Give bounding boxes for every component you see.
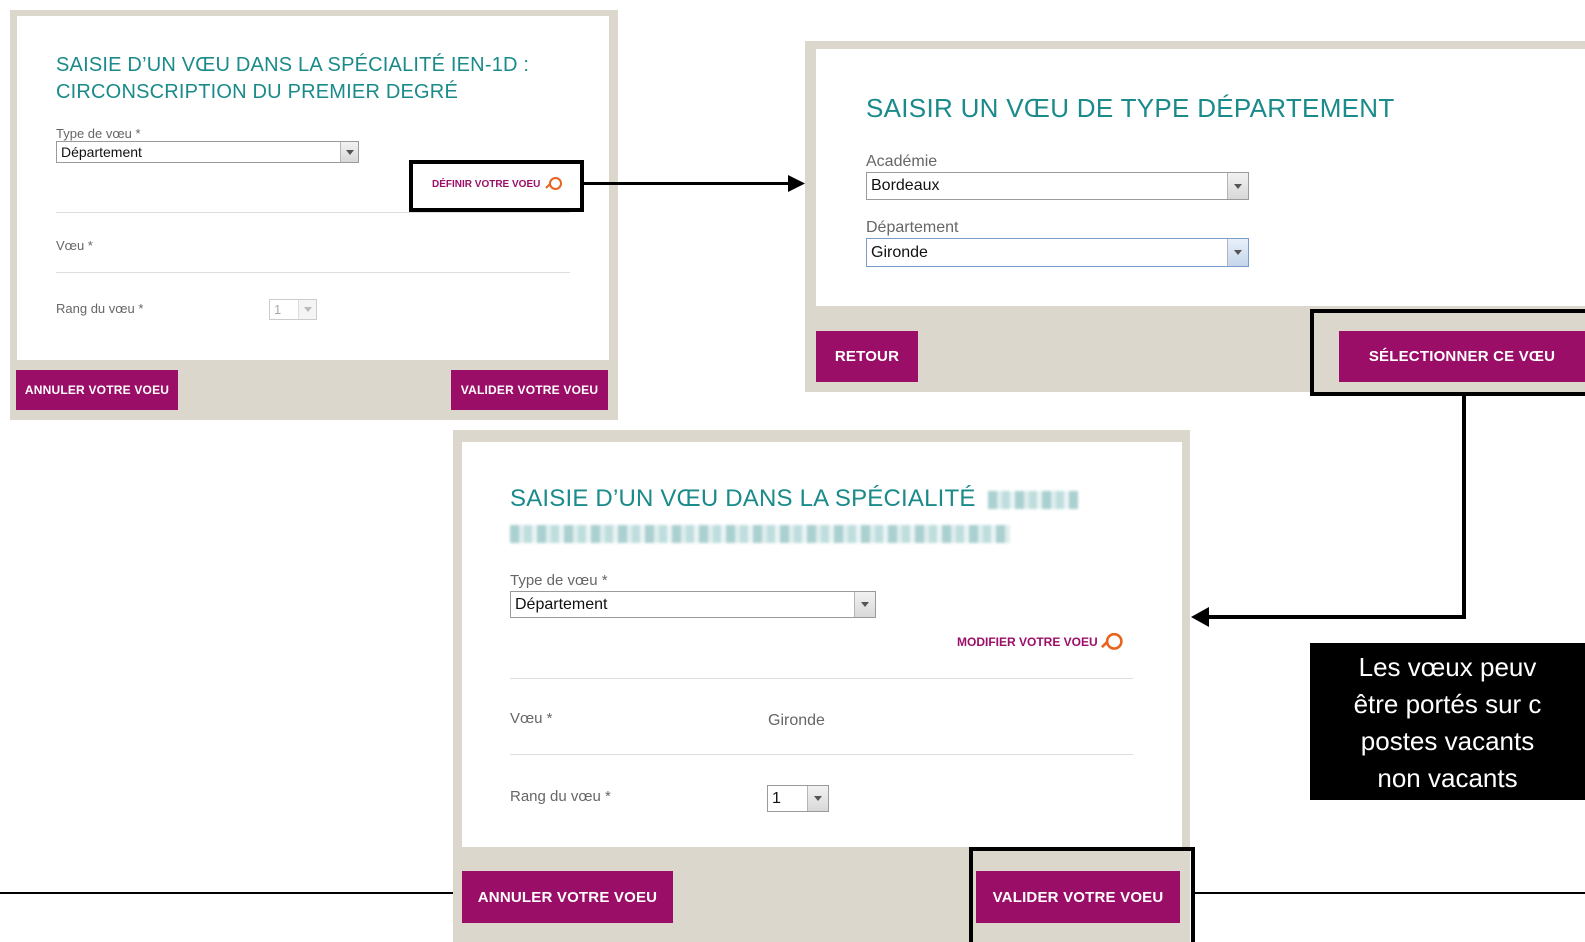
panel-title-line-2 — [510, 516, 1078, 550]
note-line-3: postes vacants — [1360, 726, 1535, 756]
arrow-line — [1207, 615, 1466, 619]
wish-type-value: Département — [515, 595, 608, 613]
wish-type-label: Type de vœu * — [510, 572, 608, 589]
blurred-specialty-code — [988, 490, 1079, 509]
modify-wish-label: MODIFIER VOTRE VOEU — [957, 635, 1098, 649]
chevron-down-icon[interactable] — [807, 786, 828, 811]
wish-type-value: Département — [61, 144, 142, 160]
divider — [56, 212, 570, 213]
chevron-down-icon[interactable] — [340, 142, 358, 162]
wish-rank-label: Rang du vœu * — [510, 788, 611, 805]
divider — [510, 678, 1133, 679]
panel-title: SAISIE D’UN VŒU DANS LA SPÉCIALITÉ — [510, 482, 1079, 550]
department-wish-form: SAISIR UN VŒU DE TYPE DÉPARTEMENT Académ… — [816, 49, 1585, 306]
wish-label: Vœu * — [56, 238, 93, 253]
wish-type-label: Type de vœu * — [56, 126, 141, 141]
back-button[interactable]: RETOUR — [816, 331, 918, 382]
panel-title-line-2: CIRCONSCRIPTION DU PREMIER DEGRÉ — [56, 81, 458, 103]
panel-title: SAISIE D’UN VŒU DANS LA SPÉCIALITÉ IEN-1… — [56, 52, 529, 106]
wish-entry-panel-completed: SAISIE D’UN VŒU DANS LA SPÉCIALITÉ Type … — [453, 430, 1190, 942]
wish-entry-form: SAISIE D’UN VŒU DANS LA SPÉCIALITÉ IEN-1… — [17, 16, 609, 360]
divider — [510, 754, 1133, 755]
note-line-1: Les vœux peuv — [1358, 652, 1537, 682]
wish-type-select[interactable]: Département — [56, 141, 359, 163]
academy-value: Bordeaux — [871, 177, 940, 194]
chevron-down-icon[interactable] — [1227, 173, 1248, 199]
department-label: Département — [866, 219, 959, 236]
wish-rank-select[interactable]: 1 — [269, 299, 317, 320]
wish-rank-value: 1 — [772, 789, 781, 807]
divider — [56, 272, 570, 273]
department-select[interactable]: Gironde — [866, 238, 1249, 267]
note-line-2: être portés sur c — [1353, 689, 1542, 719]
wish-label: Vœu * — [510, 710, 553, 727]
chevron-down-icon[interactable] — [854, 592, 875, 617]
info-note: Les vœux peuv être portés sur c postes v… — [1310, 643, 1585, 800]
department-wish-panel: SAISIR UN VŒU DE TYPE DÉPARTEMENT Académ… — [805, 41, 1585, 392]
cancel-wish-button[interactable]: ANNULER VOTRE VOEU — [462, 871, 673, 923]
wish-entry-form: SAISIE D’UN VŒU DANS LA SPÉCIALITÉ Type … — [462, 442, 1182, 847]
magnifier-icon — [546, 177, 563, 191]
wish-type-select[interactable]: Département — [510, 591, 876, 618]
validate-wish-button[interactable]: VALIDER VOTRE VOEU — [976, 871, 1180, 923]
arrow-line — [1462, 394, 1466, 619]
note-line-4: non vacants — [1377, 763, 1518, 793]
baseline-right — [1195, 892, 1585, 894]
panel-title-visible-text: SAISIE D’UN VŒU DANS LA SPÉCIALITÉ — [510, 485, 976, 512]
baseline-left — [0, 892, 455, 894]
arrow-head-left — [1191, 607, 1209, 627]
select-wish-button[interactable]: SÉLECTIONNER CE VŒU — [1339, 331, 1585, 382]
magnifier-icon — [1102, 632, 1123, 651]
chevron-down-icon[interactable] — [298, 300, 316, 319]
panel-title: SAISIR UN VŒU DE TYPE DÉPARTEMENT — [866, 93, 1395, 123]
cancel-wish-button[interactable]: ANNULER VOTRE VOEU — [16, 370, 178, 410]
panel-title-line-1: SAISIE D’UN VŒU DANS LA SPÉCIALITÉ — [510, 482, 1079, 516]
academy-label: Académie — [866, 153, 938, 170]
academy-select[interactable]: Bordeaux — [866, 172, 1249, 200]
arrow-head-right — [788, 175, 805, 192]
wish-rank-label: Rang du vœu * — [56, 301, 144, 316]
define-wish-link[interactable]: DÉFINIR VOTRE VOEU — [432, 177, 563, 191]
wish-entry-panel-initial: SAISIE D’UN VŒU DANS LA SPÉCIALITÉ IEN-1… — [10, 10, 618, 420]
modify-wish-link[interactable]: MODIFIER VOTRE VOEU — [957, 632, 1123, 651]
blurred-specialty-name — [510, 524, 1010, 543]
panel-title-line-1: SAISIE D’UN VŒU DANS LA SPÉCIALITÉ IEN-1… — [56, 54, 530, 76]
wish-rank-value: 1 — [274, 302, 282, 317]
chevron-down-icon[interactable] — [1227, 239, 1248, 266]
wish-rank-select[interactable]: 1 — [767, 785, 829, 812]
wish-value: Gironde — [768, 712, 825, 729]
validate-wish-button[interactable]: VALIDER VOTRE VOEU — [451, 370, 608, 410]
define-wish-label: DÉFINIR VOTRE VOEU — [432, 178, 541, 190]
arrow-line — [584, 182, 790, 185]
department-value: Gironde — [871, 243, 928, 261]
